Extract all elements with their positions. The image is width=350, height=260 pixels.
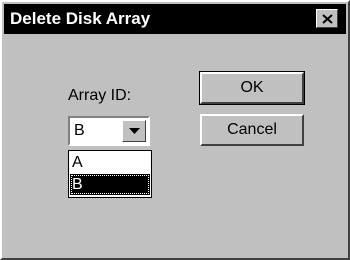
array-id-selected-value: B [74,122,85,139]
dialog-title: Delete Disk Array [10,9,151,28]
close-button[interactable] [316,9,338,28]
ok-button[interactable]: OK [199,71,305,105]
title-bar: Delete Disk Array [4,4,346,34]
array-id-dropdown-list: A B [68,150,152,198]
close-icon [322,14,333,24]
option-b[interactable]: B [70,174,150,195]
dialog-window: Delete Disk Array Array ID: B A B OK Can… [0,0,350,260]
array-id-combobox[interactable]: B [68,116,150,146]
chevron-down-icon [129,128,140,134]
cancel-button[interactable]: Cancel [200,114,304,146]
dropdown-arrow-button[interactable] [122,120,146,142]
option-a[interactable]: A [70,152,150,173]
array-id-label: Array ID: [68,87,132,104]
